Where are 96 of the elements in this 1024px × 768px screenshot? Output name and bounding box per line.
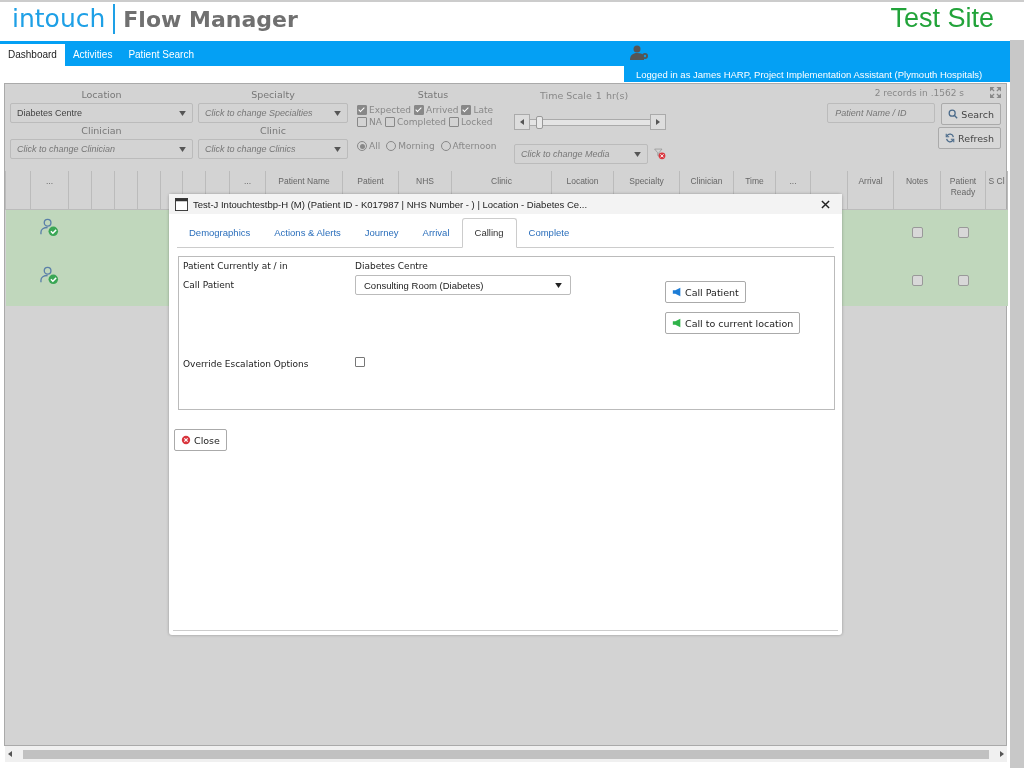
dialog-tab[interactable]: Arrival bbox=[410, 219, 462, 247]
dialog-tab[interactable]: Complete bbox=[516, 219, 582, 247]
current-location-value: Diabetes Centre bbox=[355, 261, 429, 271]
site-label: Test Site bbox=[890, 2, 994, 34]
dialog-tab[interactable]: Actions & Alerts bbox=[262, 219, 353, 247]
megaphone-icon bbox=[672, 318, 682, 328]
session-radio[interactable]: All bbox=[357, 141, 381, 151]
horizontal-scrollbar[interactable] bbox=[5, 746, 1007, 762]
column-header: Patient Ready bbox=[949, 176, 977, 197]
patient-search-field[interactable]: Patient Name / ID bbox=[827, 103, 936, 123]
right-arrow-icon[interactable] bbox=[1000, 751, 1004, 757]
clinician-select[interactable]: Click to change Clinician bbox=[10, 139, 193, 159]
column-header: ... bbox=[243, 176, 252, 186]
patient-checked-icon[interactable] bbox=[40, 218, 59, 237]
column-header: Patient bbox=[357, 176, 384, 186]
refresh-button[interactable]: Refresh bbox=[938, 127, 1001, 149]
slider-thumb[interactable] bbox=[536, 115, 543, 129]
logged-in-text: Logged in as James HARP, Project Implementation Assistant (Plymouth Hospitals) bbox=[636, 69, 984, 80]
filter-label: Location bbox=[80, 88, 123, 102]
slider-track[interactable] bbox=[529, 118, 651, 126]
notes-checkbox[interactable] bbox=[911, 275, 923, 286]
dropdown-caret-icon bbox=[633, 151, 641, 157]
column-header: Time bbox=[745, 176, 764, 186]
column-header: ... bbox=[789, 176, 797, 186]
column-header: Clinic bbox=[491, 176, 512, 186]
nav-tab[interactable]: Dashboard bbox=[0, 44, 65, 66]
filter-label: Clinic bbox=[259, 124, 287, 138]
media-select[interactable]: Click to change Media bbox=[514, 144, 648, 164]
time-scale-value: 1 bbox=[595, 89, 602, 101]
search-icon bbox=[948, 109, 959, 119]
field-label: Override Escalation Options bbox=[183, 359, 310, 369]
status-checkbox[interactable]: NA bbox=[357, 117, 382, 127]
dropdown-caret-icon bbox=[179, 146, 186, 152]
dialog-tab[interactable]: Calling bbox=[461, 218, 517, 248]
clinic-select[interactable]: Click to change Clinics bbox=[198, 139, 348, 159]
dropdown-caret-icon bbox=[179, 110, 186, 116]
field-label: Call Patient bbox=[183, 280, 235, 290]
column-header: S Cl bbox=[988, 176, 1005, 186]
window-icon bbox=[175, 197, 188, 211]
column-header: Specialty bbox=[629, 176, 664, 186]
time-scale-label: Time Scale bbox=[540, 89, 592, 101]
slider-left-button[interactable] bbox=[514, 114, 530, 130]
patient-checked-icon[interactable] bbox=[40, 266, 59, 285]
patient-ready-checkbox[interactable] bbox=[957, 227, 969, 238]
refresh-icon bbox=[945, 133, 956, 143]
patient-ready-checkbox[interactable] bbox=[957, 275, 969, 286]
status-checkbox[interactable]: Arrived bbox=[414, 105, 459, 115]
status-checkbox[interactable]: Late bbox=[461, 105, 494, 115]
vertical-scrollbar[interactable] bbox=[1010, 40, 1024, 768]
nav-tab[interactable]: Patient Search bbox=[120, 44, 202, 66]
column-header: Location bbox=[566, 176, 599, 186]
left-arrow-icon bbox=[520, 119, 524, 125]
nav-tab[interactable]: Activities bbox=[64, 44, 121, 66]
column-header: Clinician bbox=[690, 176, 723, 186]
intouch-logo: intouch bbox=[12, 4, 116, 34]
user-settings-icon[interactable] bbox=[630, 45, 650, 61]
column-header: Patient Name bbox=[278, 176, 330, 186]
status-checkbox[interactable]: Locked bbox=[449, 117, 493, 127]
call-patient-button[interactable]: Call Patient bbox=[665, 281, 746, 303]
column-header: NHS bbox=[416, 176, 434, 186]
session-radio[interactable]: Morning bbox=[386, 141, 435, 151]
time-scale-unit: hr(s) bbox=[605, 89, 629, 101]
dropdown-caret-icon bbox=[334, 110, 341, 116]
right-arrow-icon bbox=[656, 119, 660, 125]
column-header: Notes bbox=[905, 176, 929, 186]
close-icon[interactable] bbox=[821, 199, 830, 209]
notes-checkbox[interactable] bbox=[911, 227, 923, 238]
session-radio[interactable]: Afternoon bbox=[440, 141, 497, 151]
dropdown-caret-icon bbox=[334, 146, 341, 152]
filter-label: Clinician bbox=[80, 124, 123, 138]
column-header: ... bbox=[45, 176, 54, 186]
close-circle-icon bbox=[181, 435, 191, 445]
close-button[interactable]: Close bbox=[174, 429, 227, 451]
records-count: 2 records in .1562 s bbox=[874, 87, 964, 98]
clear-filter-icon[interactable] bbox=[653, 147, 666, 161]
call-location-select[interactable]: Consulting Room (Diabetes) bbox=[355, 275, 571, 295]
dialog-tab[interactable]: Journey bbox=[352, 219, 411, 247]
field-label: Patient Currently at / in bbox=[183, 261, 289, 271]
filter-label: Status bbox=[416, 88, 450, 102]
call-current-location-button[interactable]: Call to current location bbox=[665, 312, 801, 334]
megaphone-icon bbox=[672, 287, 682, 297]
search-button[interactable]: Search bbox=[941, 103, 1001, 125]
dropdown-caret-icon bbox=[555, 282, 562, 288]
column-header: Arrival bbox=[858, 176, 883, 186]
filter-label: Specialty bbox=[250, 88, 296, 102]
slider-right-button[interactable] bbox=[650, 114, 666, 130]
status-checkbox[interactable]: Completed bbox=[384, 117, 446, 127]
location-select[interactable]: Diabetes Centre bbox=[10, 103, 193, 123]
override-checkbox[interactable] bbox=[355, 357, 365, 367]
left-arrow-icon[interactable] bbox=[8, 751, 12, 757]
status-checkbox[interactable]: Expected bbox=[357, 105, 411, 115]
specialty-select[interactable]: Click to change Specialties bbox=[198, 103, 348, 123]
fullscreen-icon[interactable] bbox=[990, 87, 1001, 98]
dialog-tab[interactable]: Demographics bbox=[177, 219, 263, 247]
app-title: Flow Manager bbox=[122, 6, 298, 32]
dialog-title: Test-J Intouchtestbp-H (M) (Patient ID - K017987 | NHS Number - ) | Location - Diabetes Ce... bbox=[193, 198, 589, 210]
